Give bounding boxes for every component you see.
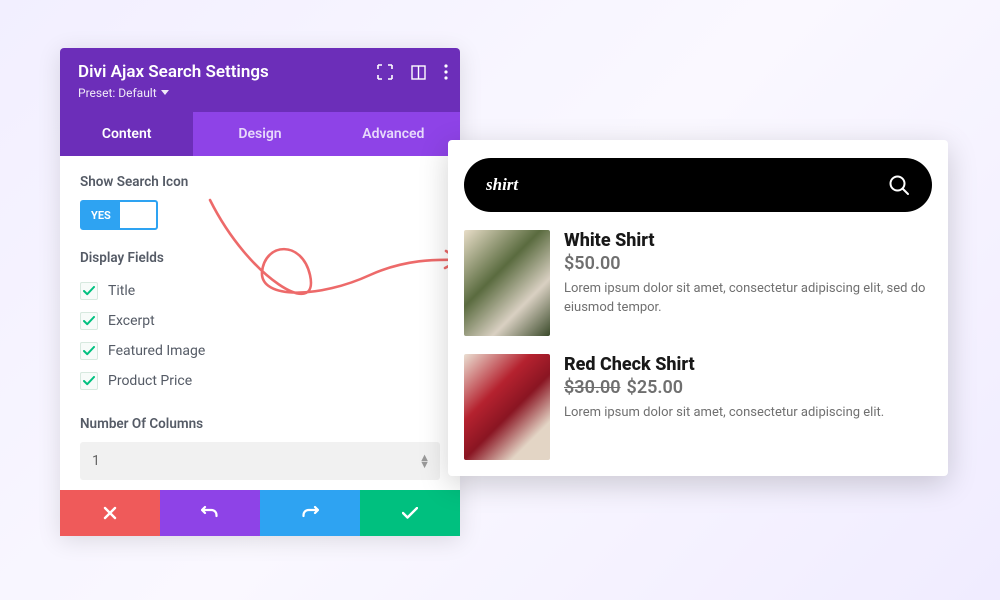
result-title: Red Check Shirt: [564, 354, 884, 375]
toggle-yes-label: YES: [82, 202, 120, 228]
columns-select[interactable]: 1 ▲▼: [80, 442, 440, 480]
panel-body: Show Search Icon YES Display Fields Titl…: [60, 156, 460, 490]
tab-advanced[interactable]: Advanced: [327, 112, 460, 156]
field-label: Title: [108, 283, 135, 299]
redo-button[interactable]: [260, 490, 360, 536]
results-list[interactable]: White Shirt $50.00 Lorem ipsum dolor sit…: [464, 230, 932, 460]
more-icon[interactable]: [444, 64, 448, 80]
show-search-icon-label: Show Search Icon: [80, 174, 440, 190]
checkbox-icon: [80, 342, 98, 360]
toggle-knob: [122, 204, 154, 226]
result-info: White Shirt $50.00 Lorem ipsum dolor sit…: [564, 230, 926, 336]
result-price: $50.00: [564, 253, 926, 274]
columns-value: 1: [92, 453, 100, 469]
result-price: $30.00 $25.00: [564, 377, 884, 398]
select-arrows-icon: ▲▼: [419, 454, 430, 468]
field-label: Excerpt: [108, 313, 155, 329]
save-button[interactable]: [360, 490, 460, 536]
focus-icon[interactable]: [377, 64, 393, 80]
display-fields-list: Title Excerpt Featured Image Product Pri…: [80, 276, 440, 396]
chevron-down-icon: [161, 90, 169, 96]
search-icon[interactable]: [888, 174, 910, 196]
checkbox-icon: [80, 282, 98, 300]
field-featured-image[interactable]: Featured Image: [80, 336, 440, 366]
tab-content[interactable]: Content: [60, 112, 193, 156]
search-bar[interactable]: shirt: [464, 158, 932, 212]
undo-button[interactable]: [160, 490, 260, 536]
result-desc: Lorem ipsum dolor sit amet, consectetur …: [564, 280, 926, 318]
preset-label: Preset: Default: [78, 86, 157, 100]
result-item[interactable]: White Shirt $50.00 Lorem ipsum dolor sit…: [464, 230, 926, 336]
result-thumbnail: [464, 354, 550, 460]
search-query: shirt: [486, 175, 518, 195]
tab-design[interactable]: Design: [193, 112, 326, 156]
close-icon: [103, 506, 117, 520]
result-thumbnail: [464, 230, 550, 336]
action-bar: [60, 490, 460, 536]
columns-label: Number Of Columns: [80, 416, 440, 432]
field-product-price[interactable]: Product Price: [80, 366, 440, 396]
layout-icon[interactable]: [411, 65, 426, 80]
show-search-icon-toggle[interactable]: YES: [80, 200, 158, 230]
cancel-button[interactable]: [60, 490, 160, 536]
result-title: White Shirt: [564, 230, 926, 251]
tabs: Content Design Advanced: [60, 112, 460, 156]
result-item[interactable]: Red Check Shirt $30.00 $25.00 Lorem ipsum…: [464, 354, 926, 460]
result-info: Red Check Shirt $30.00 $25.00 Lorem ipsum…: [564, 354, 884, 460]
preset-selector[interactable]: Preset: Default: [78, 86, 442, 100]
result-current-price: $25.00: [627, 377, 684, 398]
search-results-preview: shirt White Shirt $50.00 Lorem ipsum dol…: [448, 140, 948, 476]
check-icon: [402, 507, 418, 519]
undo-icon: [201, 505, 219, 521]
checkbox-icon: [80, 372, 98, 390]
panel-header: Divi Ajax Search Settings Preset: Defaul…: [60, 48, 460, 112]
settings-panel: Divi Ajax Search Settings Preset: Defaul…: [60, 48, 460, 536]
redo-icon: [301, 505, 319, 521]
result-old-price: $30.00: [564, 377, 621, 398]
field-label: Featured Image: [108, 343, 205, 359]
field-title[interactable]: Title: [80, 276, 440, 306]
checkbox-icon: [80, 312, 98, 330]
result-desc: Lorem ipsum dolor sit amet, consectetur …: [564, 404, 884, 423]
display-fields-label: Display Fields: [80, 250, 440, 266]
field-label: Product Price: [108, 373, 192, 389]
field-excerpt[interactable]: Excerpt: [80, 306, 440, 336]
